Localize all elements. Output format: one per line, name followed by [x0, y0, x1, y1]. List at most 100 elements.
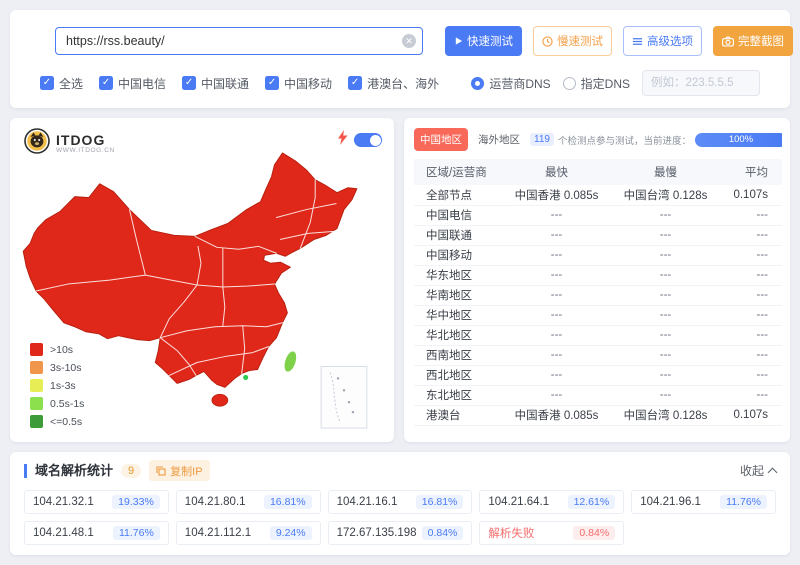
table-row: 全部节点中国香港 0.085s中国台湾 0.128s0.107s: [414, 185, 782, 205]
ip-value: 104.21.96.1: [640, 496, 701, 508]
column-header: 最慢: [611, 159, 720, 185]
slowest-cell: ---: [611, 325, 720, 345]
ip-percentage: 0.84%: [422, 526, 464, 540]
ip-item: 104.21.48.111.76%: [24, 521, 169, 545]
map-toggle-switch[interactable]: [354, 133, 382, 147]
ip-item: 104.21.16.116.81%: [328, 490, 473, 514]
checkbox-select-all[interactable]: ✓全选: [40, 75, 83, 92]
radio-label: 指定DNS: [581, 75, 630, 92]
radio-dot[interactable]: [471, 77, 484, 90]
collapse-button[interactable]: 收起: [740, 462, 776, 479]
logo-subtitle: WWW.ITDOG.CN: [56, 147, 115, 154]
checkbox-china-telecom[interactable]: ✓ 中国电信: [99, 75, 166, 92]
ip-percentage: 12.61%: [568, 495, 616, 509]
tab-overseas-region[interactable]: 海外地区: [472, 128, 526, 151]
ip-value: 104.21.64.1: [488, 496, 549, 508]
dns-stats-header: 域名解析统计 9 复制IP 收起: [24, 460, 776, 481]
region-cell: 华东地区: [414, 265, 502, 285]
fastest-cell: 中国香港 0.085s: [502, 185, 611, 205]
avg-cell: ---: [720, 285, 782, 305]
checkbox-label: 中国联通: [201, 75, 249, 92]
checkbox-label: 中国电信: [118, 75, 166, 92]
action-buttons: 快速测试 慢速测试 高级选项 完整截图: [445, 26, 793, 56]
results-panel: 中国地区海外地区 119 个检测点参与测试，当前进度： 100% 区域/运营商最…: [404, 118, 790, 442]
ip-item: 104.21.32.1 19.33%: [24, 490, 169, 514]
advanced-options-button[interactable]: 高级选项: [623, 26, 702, 56]
avg-cell: ---: [720, 345, 782, 365]
radio-label: 运营商DNS: [489, 75, 550, 92]
slowest-cell: ---: [611, 385, 720, 405]
fastest-cell: ---: [502, 305, 611, 325]
isp-dns-radio[interactable]: 运营商DNS: [471, 75, 550, 92]
avg-cell: ---: [720, 365, 782, 385]
slowest-cell: 中国台湾 0.128s: [611, 405, 720, 425]
collapse-label: 收起: [740, 462, 764, 479]
progress-value: 100%: [729, 134, 753, 145]
legend-label: <=0.5s: [50, 416, 82, 428]
map-legend: >10s3s-10s1s-3s0.5s-1s<=0.5s: [30, 343, 84, 428]
progress-note: 个检测点参与测试，当前进度：: [558, 133, 691, 147]
ip-value: 172.67.135.198: [337, 527, 417, 539]
full-screenshot-button[interactable]: 完整截图: [713, 26, 793, 56]
region-cell: 港澳台: [414, 405, 502, 425]
fastest-cell: ---: [502, 285, 611, 305]
ip-item: 解析失败0.84%: [479, 521, 624, 545]
url-input[interactable]: [55, 27, 423, 55]
results-table: 区域/运营商最快最慢平均 全部节点中国香港 0.085s中国台湾 0.128s0…: [414, 159, 782, 426]
ip-item: 104.21.80.116.81%: [176, 490, 321, 514]
itdog-logo: ITDOG WWW.ITDOG.CN: [24, 128, 115, 159]
slowest-cell: 中国台湾 0.128s: [611, 185, 720, 205]
fastest-cell: ---: [502, 385, 611, 405]
avg-cell: ---: [720, 325, 782, 345]
ip-item: 104.21.112.19.24%: [176, 521, 321, 545]
map-controls: [337, 130, 382, 150]
custom-dns-radio[interactable]: 指定DNS: [563, 75, 630, 92]
ip-percentage: 16.81%: [264, 495, 312, 509]
checkbox-box[interactable]: ✓: [182, 76, 196, 90]
dns-input[interactable]: [642, 70, 760, 96]
slow-test-button[interactable]: 慢速测试: [533, 26, 612, 56]
ip-value: 104.21.48.1: [33, 527, 94, 539]
dog-logo-icon: [24, 128, 50, 159]
region-cell: 中国联通: [414, 225, 502, 245]
clear-input-icon[interactable]: ✕: [402, 34, 416, 48]
table-row: 中国移动---------: [414, 245, 782, 265]
region-tabs: 中国地区海外地区: [414, 128, 526, 151]
checkbox-hmt-overseas[interactable]: ✓港澳台、海外: [348, 75, 439, 92]
avg-cell: ---: [720, 245, 782, 265]
copy-ip-label: 复制IP: [170, 463, 202, 479]
ip-value: 104.21.32.1: [33, 496, 94, 508]
checkbox-box[interactable]: ✓: [40, 76, 54, 90]
copy-ip-button[interactable]: 复制IP: [149, 460, 209, 481]
region-cell: 华北地区: [414, 325, 502, 345]
clock-icon: [542, 36, 553, 47]
legend-item: 3s-10s: [30, 361, 84, 374]
advanced-options-button-label: 高级选项: [647, 33, 693, 49]
progress-bar: 100%: [695, 133, 782, 147]
legend-swatch: [30, 343, 43, 356]
slowest-cell: ---: [611, 305, 720, 325]
checkbox-box[interactable]: ✓: [99, 76, 113, 90]
avg-cell: ---: [720, 265, 782, 285]
table-row: 西南地区---------: [414, 345, 782, 365]
ip-percentage: 19.33%: [112, 495, 160, 509]
column-header: 平均: [720, 159, 782, 185]
ip-item: 172.67.135.198 0.84%: [328, 521, 473, 545]
logo-title: ITDOG: [56, 133, 115, 147]
checkbox-box[interactable]: ✓: [348, 76, 362, 90]
results-body: 全部节点中国香港 0.085s中国台湾 0.128s0.107s中国电信----…: [414, 185, 782, 425]
fastest-cell: ---: [502, 225, 611, 245]
radio-dot[interactable]: [563, 77, 576, 90]
checkbox-china-mobile[interactable]: ✓中国移动: [265, 75, 332, 92]
checkbox-china-unicom[interactable]: ✓ 中国联通: [182, 75, 249, 92]
radio-group: 运营商DNS 指定DNS: [471, 75, 630, 92]
quick-test-button-label: 快速测试: [467, 33, 513, 49]
camera-icon: [722, 36, 734, 47]
quick-test-button[interactable]: 快速测试: [445, 26, 522, 56]
ip-item: 104.21.64.1 12.61%: [479, 490, 624, 514]
dns-options: 运营商DNS 指定DNS: [471, 70, 760, 96]
tab-china-region[interactable]: 中国地区: [414, 128, 468, 151]
full-screenshot-button-label: 完整截图: [738, 33, 784, 49]
checkbox-box[interactable]: ✓: [265, 76, 279, 90]
legend-label: 0.5s-1s: [50, 398, 84, 410]
